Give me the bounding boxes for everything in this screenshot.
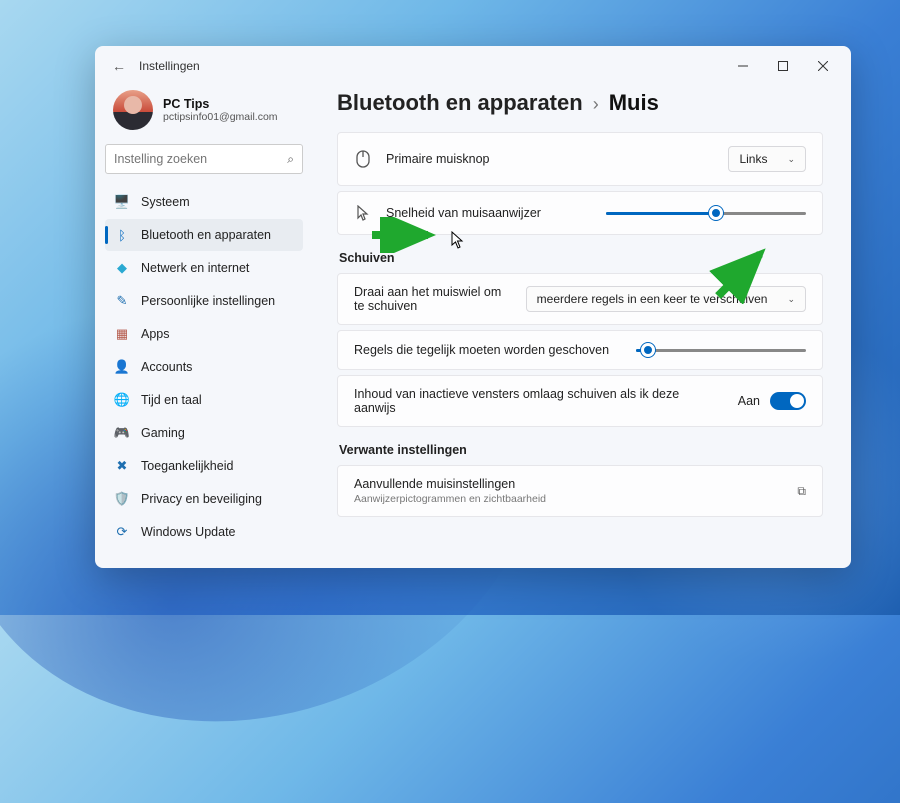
sidebar-item-3[interactable]: ✎ Persoonlijke instellingen xyxy=(105,285,303,317)
minimize-button[interactable] xyxy=(723,51,763,81)
sidebar-item-7[interactable]: 🎮 Gaming xyxy=(105,417,303,449)
nav-icon: ◆ xyxy=(114,260,130,276)
nav: 🖥️ Systeem ᛒ Bluetooth en apparaten ◆ Netwerk… xyxy=(105,186,303,548)
sidebar-item-label: Apps xyxy=(141,327,170,341)
search-box[interactable]: ⌕ xyxy=(105,144,303,174)
scroll-section-title: Schuiven xyxy=(339,251,823,265)
cursor-icon xyxy=(354,205,372,221)
nav-icon: ✖ xyxy=(114,458,130,474)
additional-sub: Aanwijzerpictogrammen en zichtbaarheid xyxy=(354,493,783,505)
chevron-down-icon: ⌄ xyxy=(787,154,795,165)
sidebar-item-label: Persoonlijke instellingen xyxy=(141,294,275,308)
nav-icon: 🌐 xyxy=(114,392,130,408)
nav-icon: ✎ xyxy=(114,293,130,309)
sidebar-item-5[interactable]: 👤 Accounts xyxy=(105,351,303,383)
inactive-scroll-toggle[interactable] xyxy=(770,392,806,410)
sidebar: PC Tips pctipsinfo01@gmail.com ⌕ 🖥️ Syste… xyxy=(95,86,313,568)
sidebar-item-4[interactable]: ▦ Apps xyxy=(105,318,303,350)
maximize-button[interactable] xyxy=(763,51,803,81)
sidebar-item-label: Toegankelijkheid xyxy=(141,459,233,473)
sidebar-item-9[interactable]: 🛡️ Privacy en beveiliging xyxy=(105,483,303,515)
nav-icon: ▦ xyxy=(114,326,130,342)
sidebar-item-label: Netwerk en internet xyxy=(141,261,249,275)
open-external-icon: ⧉ xyxy=(797,484,806,499)
lines-at-once-slider[interactable] xyxy=(636,342,806,358)
search-icon: ⌕ xyxy=(287,152,294,167)
sidebar-item-0[interactable]: 🖥️ Systeem xyxy=(105,186,303,218)
sidebar-item-label: Gaming xyxy=(141,426,185,440)
toggle-state: Aan xyxy=(738,394,760,408)
breadcrumb-parent[interactable]: Bluetooth en apparaten xyxy=(337,90,583,116)
nav-icon: 🖥️ xyxy=(114,194,130,210)
chevron-right-icon: › xyxy=(593,94,599,115)
pointer-speed-row: Snelheid van muisaanwijzer xyxy=(337,191,823,235)
sidebar-item-label: Bluetooth en apparaten xyxy=(141,228,271,242)
sidebar-item-label: Tijd en taal xyxy=(141,393,202,407)
sidebar-item-label: Accounts xyxy=(141,360,192,374)
primary-mouse-button-row: Primaire muisknop Links ⌄ xyxy=(337,132,823,186)
sidebar-item-10[interactable]: ⟳ Windows Update xyxy=(105,516,303,548)
settings-window: ← Instellingen PC Tips pctipsinfo01@gmai… xyxy=(95,46,851,568)
primary-button-dropdown[interactable]: Links ⌄ xyxy=(728,146,806,172)
pointer-speed-label: Snelheid van muisaanwijzer xyxy=(386,206,592,220)
window-title: Instellingen xyxy=(139,59,200,73)
titlebar: ← Instellingen xyxy=(95,46,851,86)
nav-icon: 🛡️ xyxy=(114,491,130,507)
breadcrumb: Bluetooth en apparaten › Muis xyxy=(337,90,823,116)
nav-icon: ⟳ xyxy=(114,524,130,540)
inactive-scroll-row: Inhoud van inactieve vensters omlaag sch… xyxy=(337,375,823,427)
sidebar-item-6[interactable]: 🌐 Tijd en taal xyxy=(105,384,303,416)
nav-icon: 👤 xyxy=(114,359,130,375)
profile-email: pctipsinfo01@gmail.com xyxy=(163,111,278,123)
profile-name: PC Tips xyxy=(163,97,278,111)
mouse-icon xyxy=(354,150,372,168)
primary-button-label: Primaire muisknop xyxy=(386,152,714,166)
pointer-speed-slider[interactable] xyxy=(606,205,806,221)
scroll-mode-label: Draai aan het muiswiel om te schuiven xyxy=(354,285,512,313)
sidebar-item-label: Systeem xyxy=(141,195,190,209)
lines-at-once-row: Regels die tegelijk moeten worden gescho… xyxy=(337,330,823,370)
avatar xyxy=(113,90,153,130)
profile[interactable]: PC Tips pctipsinfo01@gmail.com xyxy=(105,86,303,144)
additional-label: Aanvullende muisinstellingen xyxy=(354,477,783,491)
close-button[interactable] xyxy=(803,51,843,81)
scroll-mode-dropdown[interactable]: meerdere regels in een keer te verschuiv… xyxy=(526,286,806,312)
sidebar-item-1[interactable]: ᛒ Bluetooth en apparaten xyxy=(105,219,303,251)
back-button[interactable]: ← xyxy=(109,58,129,74)
content: Bluetooth en apparaten › Muis Primaire m… xyxy=(313,86,851,568)
lines-at-once-label: Regels die tegelijk moeten worden gescho… xyxy=(354,343,622,357)
search-input[interactable] xyxy=(114,152,287,166)
breadcrumb-current: Muis xyxy=(609,90,659,116)
inactive-scroll-label: Inhoud van inactieve vensters omlaag sch… xyxy=(354,387,724,415)
scroll-mode-row: Draai aan het muiswiel om te schuiven me… xyxy=(337,273,823,325)
sidebar-item-label: Windows Update xyxy=(141,525,236,539)
related-section-title: Verwante instellingen xyxy=(339,443,823,457)
sidebar-item-8[interactable]: ✖ Toegankelijkheid xyxy=(105,450,303,482)
nav-icon: 🎮 xyxy=(114,425,130,441)
chevron-down-icon: ⌄ xyxy=(787,294,795,305)
sidebar-item-2[interactable]: ◆ Netwerk en internet xyxy=(105,252,303,284)
nav-icon: ᛒ xyxy=(114,227,130,243)
sidebar-item-label: Privacy en beveiliging xyxy=(141,492,262,506)
additional-settings-row[interactable]: Aanvullende muisinstellingen Aanwijzerpi… xyxy=(337,465,823,517)
